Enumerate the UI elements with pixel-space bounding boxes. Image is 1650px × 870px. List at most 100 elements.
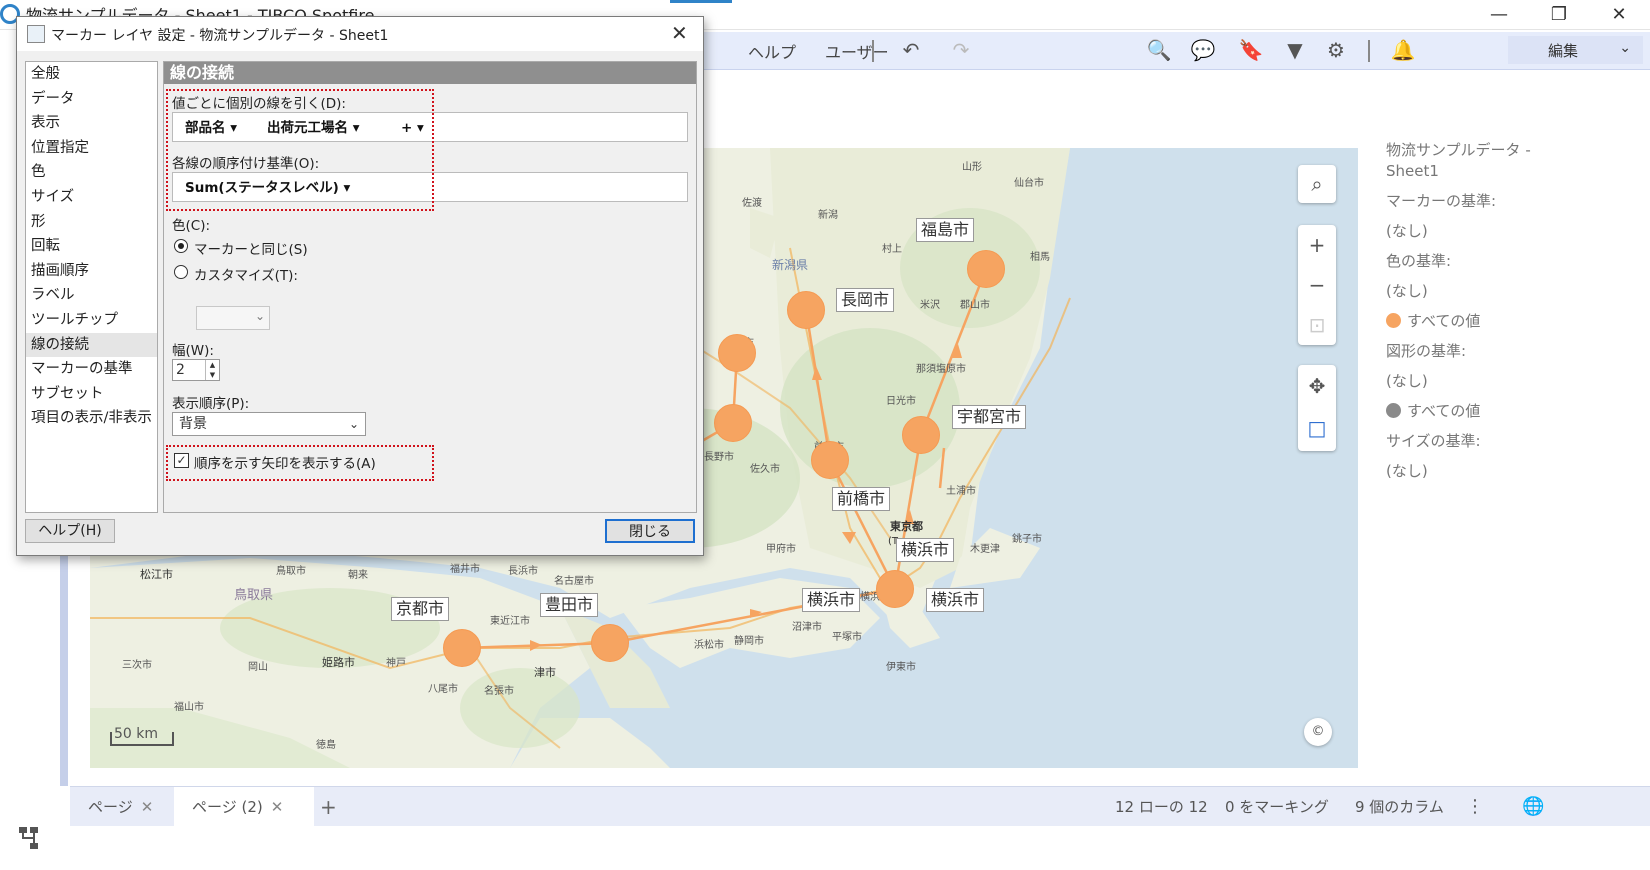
map-search-button[interactable]: ⌕ xyxy=(1298,165,1336,203)
map-place-label: 那須塩原市 xyxy=(916,364,966,375)
map-place-label: 佐久市 xyxy=(750,464,780,475)
zoom-to-fit-button[interactable]: ⊡ xyxy=(1298,305,1336,345)
map-place-label: 徳島 xyxy=(316,740,336,751)
nav-item-positioning[interactable]: 位置指定 xyxy=(26,136,157,161)
map-place-label: 仙台市 xyxy=(1014,178,1044,189)
map-marker[interactable] xyxy=(787,291,825,329)
add-page-button[interactable]: + xyxy=(320,787,337,827)
nav-item-marker-by[interactable]: マーカーの基準 xyxy=(26,357,157,382)
radio-same-as-marker[interactable] xyxy=(174,239,188,253)
display-order-label: 表示順序(P): xyxy=(172,396,250,412)
map-marker[interactable] xyxy=(718,334,756,372)
city-label: 豊田市 xyxy=(540,593,599,617)
map-marker[interactable] xyxy=(902,416,940,454)
page-tab-label: ページ (2) xyxy=(192,798,263,816)
map-place-label: 佐渡 xyxy=(742,198,762,209)
nav-item-general[interactable]: 全般 xyxy=(26,62,157,87)
legend-color-by[interactable]: 色の基準: xyxy=(1386,246,1566,276)
map-marker[interactable] xyxy=(876,570,914,608)
page-tab-active[interactable]: ページ (2) ✕ xyxy=(174,787,314,827)
undo-icon[interactable]: ↶ xyxy=(898,37,924,63)
legend-shape-item-label: すべての値 xyxy=(1407,402,1481,420)
nav-item-subsets[interactable]: サブセット xyxy=(26,382,157,407)
city-label: 横浜市 xyxy=(802,588,861,612)
map-place-label: 木更津 xyxy=(970,544,1000,555)
close-tab-icon[interactable]: ✕ xyxy=(271,798,284,816)
filter-icon[interactable]: ▼ xyxy=(1282,37,1308,63)
menu-help[interactable]: ヘルプ xyxy=(748,39,796,63)
toolbar-separator xyxy=(872,40,874,62)
zoom-in-button[interactable]: + xyxy=(1298,225,1336,265)
map-marker[interactable] xyxy=(591,624,629,662)
nav-item-drawing-order[interactable]: 描画順序 xyxy=(26,259,157,284)
redo-icon[interactable]: ↷ xyxy=(948,37,974,63)
chevron-down-icon: ⌄ xyxy=(254,309,265,323)
dialog-close-icon[interactable]: ✕ xyxy=(671,21,688,45)
close-tab-icon[interactable]: ✕ xyxy=(141,798,154,816)
map-place-label: 新潟県 xyxy=(772,258,809,272)
dialog-title-bar: マーカー レイヤ 設定 - 物流サンプルデータ - Sheet1 ✕ xyxy=(17,17,703,51)
nav-item-data[interactable]: データ xyxy=(26,87,157,112)
comments-icon[interactable]: 💬 xyxy=(1190,37,1216,63)
copyright-icon[interactable]: © xyxy=(1304,718,1332,746)
bookmark-icon[interactable]: 🔖 xyxy=(1238,37,1264,63)
page-tab[interactable]: ページ ✕ xyxy=(88,787,153,827)
nav-item-rotation[interactable]: 回転 xyxy=(26,234,157,259)
legend-shape-by[interactable]: 図形の基準: xyxy=(1386,336,1566,366)
spinner-buttons[interactable]: ▲ ▼ xyxy=(205,360,219,380)
radio-customize[interactable] xyxy=(174,265,188,279)
city-label: 宇都宮市 xyxy=(952,405,1027,429)
gray-dot-icon xyxy=(1386,403,1401,418)
legend-shape-item[interactable]: すべての値 xyxy=(1386,396,1566,426)
width-label: 幅(W): xyxy=(172,343,214,359)
rectangle-select-icon[interactable]: □ xyxy=(1298,407,1336,449)
orange-dot-icon xyxy=(1386,313,1401,328)
width-spinner[interactable]: 2 ▲ ▼ xyxy=(172,359,220,381)
settings-icon[interactable]: ⚙ xyxy=(1323,37,1349,63)
map-marker[interactable] xyxy=(967,250,1005,288)
pan-icon[interactable]: ✥ xyxy=(1298,365,1336,407)
map-place-label: 神戸 xyxy=(386,658,406,669)
legend-panel: 物流サンプルデータ - Sheet1 マーカーの基準: (なし) 色の基準: (… xyxy=(1386,140,1566,486)
legend-marker-by[interactable]: マーカーの基準: xyxy=(1386,186,1566,216)
map-marker[interactable] xyxy=(714,404,752,442)
city-label: 京都市 xyxy=(391,597,450,621)
minimize-button[interactable]: — xyxy=(1474,0,1524,30)
nav-item-line-connection[interactable]: 線の接続 xyxy=(26,332,157,358)
data-canvas-icon[interactable] xyxy=(18,825,44,851)
color-picker-dropdown[interactable]: ⌄ xyxy=(196,306,270,330)
spin-down-icon[interactable]: ▼ xyxy=(206,370,219,380)
spin-up-icon[interactable]: ▲ xyxy=(206,360,219,370)
map-place-label: 長浜市 xyxy=(508,566,538,577)
globe-icon[interactable]: 🌐 xyxy=(1522,787,1544,827)
nav-item-labels[interactable]: ラベル xyxy=(26,283,157,308)
close-button[interactable]: 閉じる xyxy=(605,519,695,543)
legend-size-by[interactable]: サイズの基準: xyxy=(1386,426,1566,456)
legend-color-item[interactable]: すべての値 xyxy=(1386,306,1566,336)
search-icon[interactable]: 🔍 xyxy=(1146,37,1172,63)
zoom-out-button[interactable]: − xyxy=(1298,265,1336,305)
dialog-title: マーカー レイヤ 設定 - 物流サンプルデータ - Sheet1 xyxy=(51,28,389,44)
more-options-icon[interactable]: ⋮ xyxy=(1466,787,1484,827)
page-tab-label: ページ xyxy=(88,798,133,816)
nav-item-tooltip[interactable]: ツールチップ xyxy=(26,308,157,333)
map-place-label: 名古屋市 xyxy=(554,576,594,587)
map-marker[interactable] xyxy=(443,629,481,667)
nav-item-shape[interactable]: 形 xyxy=(26,210,157,235)
maximize-button[interactable]: ❐ xyxy=(1534,0,1584,30)
column-count: 9 個のカラム xyxy=(1355,798,1444,816)
nav-item-colors[interactable]: 色 xyxy=(26,160,157,185)
nav-item-show-hide[interactable]: 項目の表示/非表示 xyxy=(26,406,157,431)
close-window-button[interactable]: ✕ xyxy=(1594,0,1644,30)
map-place-label: 津市 xyxy=(534,666,556,679)
notifications-icon[interactable]: 🔔 xyxy=(1390,37,1416,63)
help-button[interactable]: ヘルプ(H) xyxy=(25,519,115,543)
nav-item-appearance[interactable]: 表示 xyxy=(26,111,157,136)
display-order-select[interactable]: 背景 ⌄ xyxy=(172,412,366,436)
nav-item-size[interactable]: サイズ xyxy=(26,185,157,210)
map-marker[interactable] xyxy=(811,441,849,479)
edit-dropdown[interactable]: 編集 ⌄ xyxy=(1508,36,1643,64)
marker-layer-settings-dialog: マーカー レイヤ 設定 - 物流サンプルデータ - Sheet1 ✕ 全般 デー… xyxy=(16,16,704,556)
menu-user[interactable]: ユーザー xyxy=(825,39,889,63)
legend-size-by-value: (なし) xyxy=(1386,462,1428,480)
